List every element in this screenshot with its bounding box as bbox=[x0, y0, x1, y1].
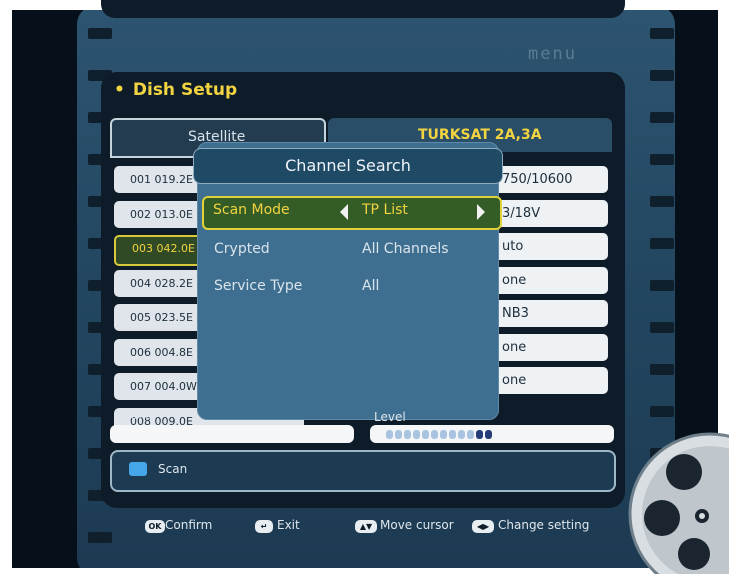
film-reel-icon bbox=[628, 432, 729, 574]
footer-label: Change setting bbox=[498, 518, 590, 532]
film-hole bbox=[650, 280, 674, 291]
footer-key-icon: ▲▼ bbox=[355, 520, 377, 533]
film-hole bbox=[650, 28, 674, 39]
page-title: • Dish Setup bbox=[114, 80, 237, 100]
film-hole bbox=[650, 322, 674, 333]
blue-key-icon[interactable] bbox=[129, 462, 147, 476]
level-segment bbox=[395, 430, 402, 439]
footer-label: Move cursor bbox=[380, 518, 454, 532]
scan-mode-value[interactable]: TP List bbox=[362, 202, 408, 218]
menu-logo: menu bbox=[528, 44, 577, 64]
crypted-value[interactable]: All Channels bbox=[362, 241, 449, 257]
dialog-title: Channel Search bbox=[193, 148, 503, 184]
level-segment bbox=[476, 430, 483, 439]
film-hole bbox=[88, 28, 112, 39]
film-hole bbox=[88, 532, 112, 543]
film-hole bbox=[650, 154, 674, 165]
scan-mode-label: Scan Mode bbox=[213, 202, 290, 218]
level-segment bbox=[431, 430, 438, 439]
bullet-icon: • bbox=[114, 80, 125, 100]
footer-key-icon: ↵ bbox=[255, 520, 273, 533]
level-label: Level bbox=[374, 410, 406, 424]
level-segment bbox=[458, 430, 465, 439]
scan-button-label[interactable]: Scan bbox=[158, 462, 187, 476]
film-hole bbox=[650, 238, 674, 249]
film-hole bbox=[650, 406, 674, 417]
service-type-label: Service Type bbox=[214, 278, 303, 294]
footer-key-icon: OK bbox=[145, 520, 165, 533]
arrow-left-icon[interactable] bbox=[340, 204, 348, 220]
service-type-value[interactable]: All bbox=[362, 278, 379, 294]
page-title-text: Dish Setup bbox=[132, 80, 238, 100]
quality-label: Quality bbox=[114, 408, 157, 422]
level-segment bbox=[386, 430, 393, 439]
footer-label: Confirm bbox=[165, 518, 213, 532]
level-segment bbox=[404, 430, 411, 439]
arrow-right-icon[interactable] bbox=[477, 204, 485, 220]
film-hole bbox=[650, 196, 674, 207]
top-bar bbox=[101, 0, 625, 18]
footer-label: Exit bbox=[277, 518, 300, 532]
level-segment bbox=[422, 430, 429, 439]
quality-bar bbox=[110, 425, 354, 443]
tab-satellite-name-label: TURKSAT 2A,3A bbox=[418, 127, 542, 143]
crypted-label: Crypted bbox=[214, 241, 270, 257]
level-segment bbox=[413, 430, 420, 439]
footer-key-icon: ◀▶ bbox=[472, 520, 494, 533]
level-segment bbox=[485, 430, 492, 439]
level-segment bbox=[440, 430, 447, 439]
film-hole bbox=[650, 364, 674, 375]
film-hole bbox=[650, 70, 674, 81]
level-segment bbox=[449, 430, 456, 439]
film-hole bbox=[650, 112, 674, 123]
level-segment bbox=[467, 430, 474, 439]
